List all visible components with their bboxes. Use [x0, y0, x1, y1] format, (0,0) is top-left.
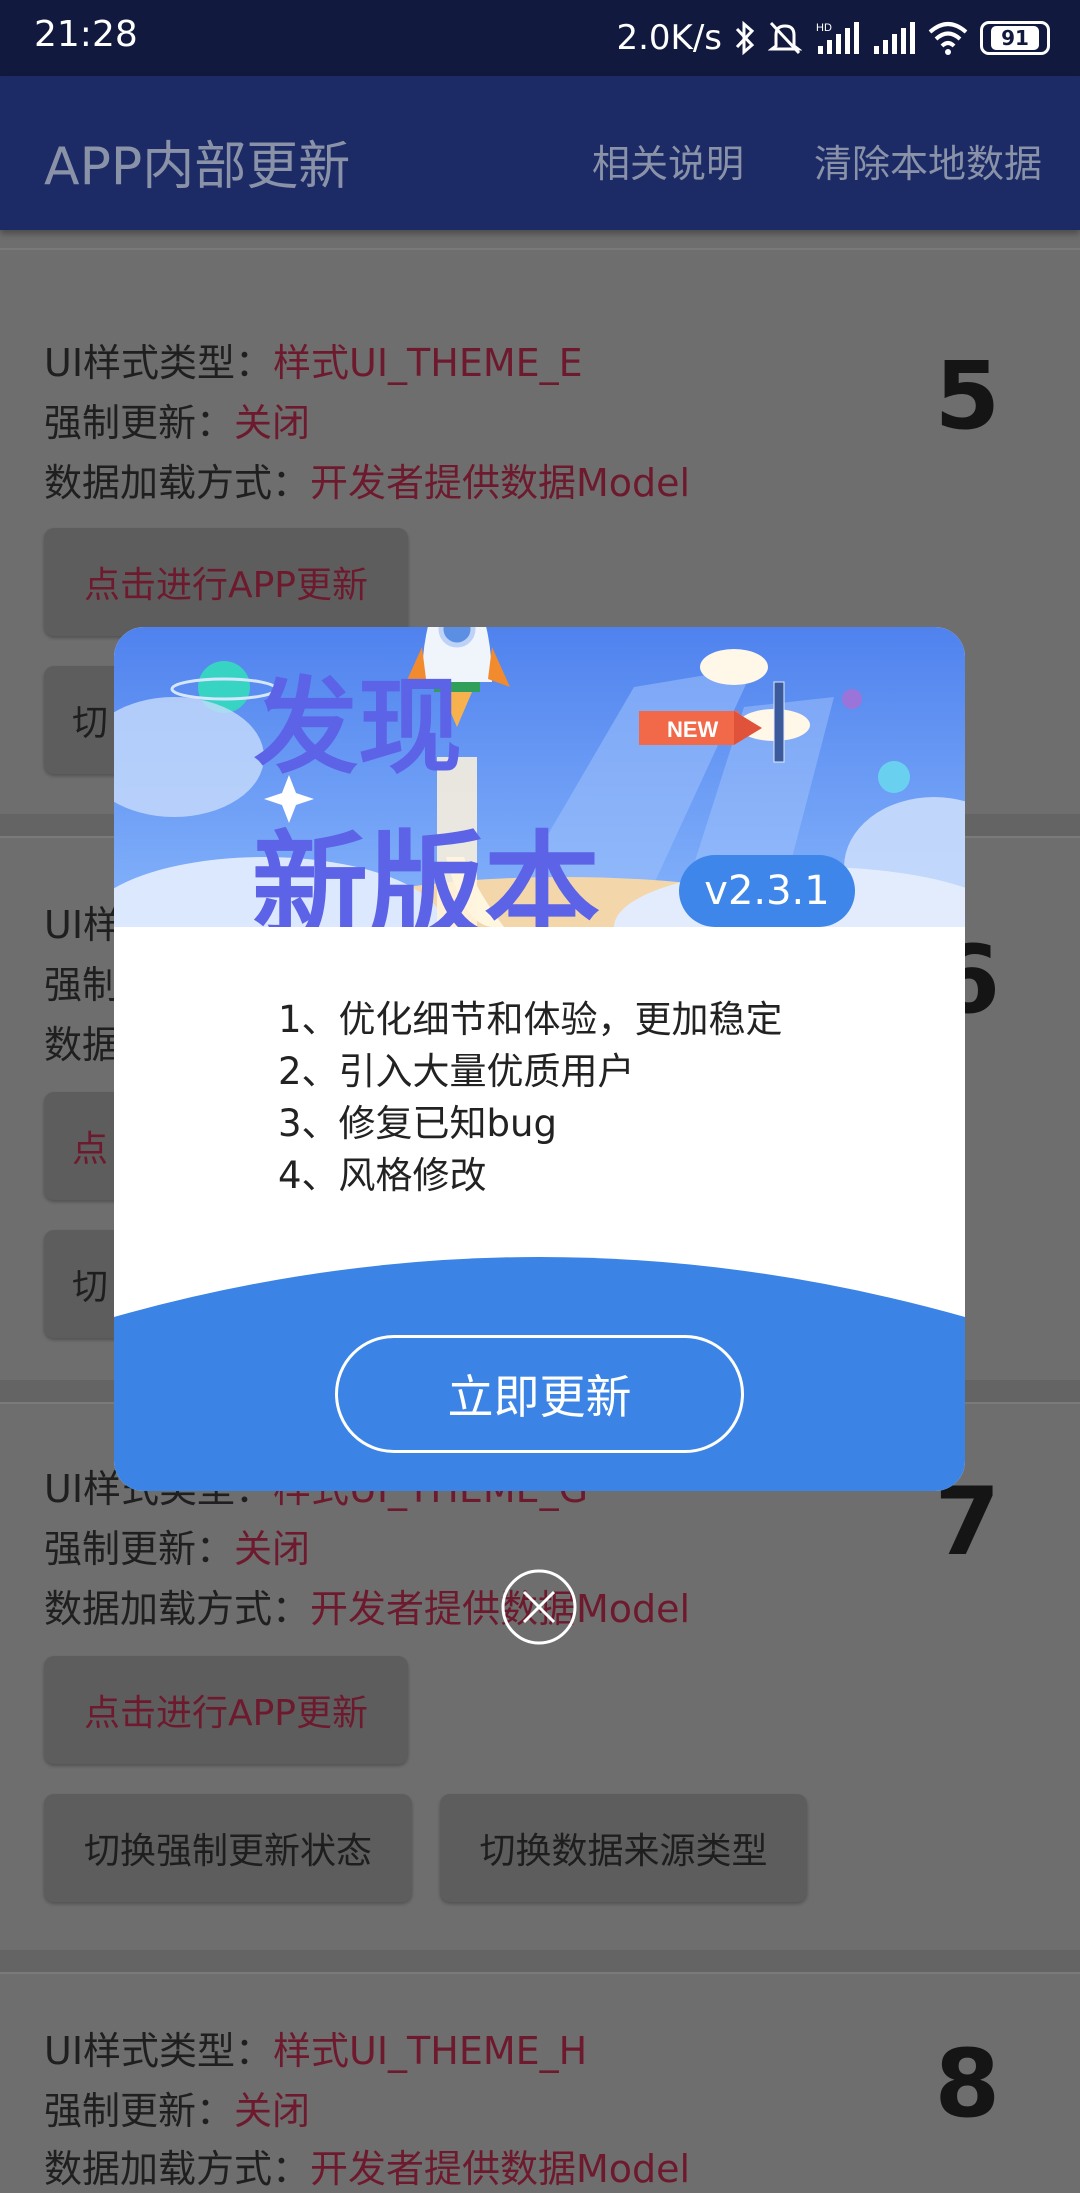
app-update-button[interactable]: 点击进行APP更新: [44, 528, 408, 636]
net-speed: 2.0K/s: [616, 18, 722, 58]
ui-type-label: UI样式类型：: [44, 341, 274, 385]
app-update-button[interactable]: 点击进行APP更新: [44, 1656, 408, 1764]
release-note-item: 4、风格修改: [278, 1154, 487, 1197]
load-label: 数据加载方式：: [44, 461, 311, 505]
ui-type-row: UI样: [44, 903, 122, 947]
force-label: 强制更新：: [44, 401, 235, 445]
svg-text:新版本: 新版本: [252, 822, 600, 927]
status-icons: 2.0K/s HD 91: [616, 12, 1050, 64]
force-value: 关闭: [234, 1527, 311, 1571]
bluetooth-icon: [735, 20, 755, 56]
release-note-item: 1、优化细节和体验，更加稳定: [278, 998, 783, 1041]
force-row: 强制更新：关闭: [44, 2080, 310, 2135]
status-time: 21:28: [34, 14, 138, 55]
svg-text:NEW: NEW: [667, 717, 719, 742]
card-number: 5: [934, 342, 1000, 451]
force-value: 关闭: [234, 401, 311, 445]
force-row: 强制: [44, 963, 121, 1007]
battery-icon: 91: [980, 21, 1050, 55]
force-value: 关闭: [234, 2089, 311, 2133]
load-row: 数据加载方式：开发者提供数据Model: [44, 452, 690, 507]
ui-type-label: UI样式类型：: [44, 2029, 274, 2073]
release-note-item: 3、修复已知bug: [278, 1102, 557, 1145]
help-action[interactable]: 相关说明: [592, 133, 744, 188]
satellite-icon: [773, 681, 785, 763]
load-value: 开发者提供数据Model: [310, 461, 691, 505]
version-badge: v2.3.1: [679, 855, 855, 927]
ui-type-row: UI样式类型：样式UI_THEME_H: [44, 2020, 587, 2075]
mute-bell-icon: [768, 21, 802, 55]
ui-type-value: 样式UI_THEME_H: [273, 2029, 588, 2073]
app-title: APP内部更新: [44, 137, 351, 197]
update-now-button[interactable]: 立即更新: [335, 1335, 744, 1453]
load-value: 开发者提供数据Model: [310, 2147, 691, 2191]
load-row: 数据加载方式：开发者提供数据Model: [44, 1578, 690, 1633]
svg-text:HD: HD: [816, 22, 832, 34]
config-card-8: UI样式类型：样式UI_THEME_H 强制更新：关闭 数据加载方式：开发者提供…: [0, 1974, 1080, 2191]
card-number: 8: [934, 2030, 1000, 2139]
load-row: 数据加载方式：开发者提供数据Model: [44, 2138, 690, 2193]
status-bar: 21:28 2.0K/s HD 91: [0, 0, 1080, 76]
toggle-source-button[interactable]: 切换数据来源类型: [440, 1794, 807, 1902]
ui-type-value: 样式UI_THEME_E: [273, 341, 583, 385]
force-label: 强制更新：: [44, 1527, 235, 1571]
svg-text:发现: 发现: [254, 670, 462, 786]
divider: [0, 1950, 1080, 1974]
app-bar: APP内部更新 相关说明 清除本地数据: [0, 76, 1080, 230]
hd-signal-icon: HD: [816, 22, 859, 54]
wifi-icon: [928, 22, 968, 55]
force-row: 强制更新：关闭: [44, 1518, 310, 1573]
toggle-force-button[interactable]: 切换强制更新状态: [44, 1794, 412, 1902]
battery-level: 91: [991, 26, 1039, 50]
clear-data-action[interactable]: 清除本地数据: [814, 133, 1042, 188]
release-note-item: 2、引入大量优质用户: [278, 1050, 635, 1093]
load-row: 数据: [44, 1023, 121, 1067]
load-label: 数据加载方式：: [44, 1587, 311, 1631]
load-label: 数据加载方式：: [44, 2147, 311, 2191]
force-label: 强制更新：: [44, 2089, 235, 2133]
signal-icon: [874, 22, 915, 54]
update-dialog: NEW 发现 新版本 v2.3.1 1、优化细节和体验，更加稳定 2、引入大量优…: [114, 627, 965, 1491]
force-row: 强制更新：关闭: [44, 392, 310, 447]
release-notes: 1、优化细节和体验，更加稳定 2、引入大量优质用户 3、修复已知bug 4、风格…: [278, 994, 783, 1202]
close-icon[interactable]: [500, 1568, 578, 1646]
ui-type-row: UI样式类型：样式UI_THEME_E: [44, 332, 583, 387]
